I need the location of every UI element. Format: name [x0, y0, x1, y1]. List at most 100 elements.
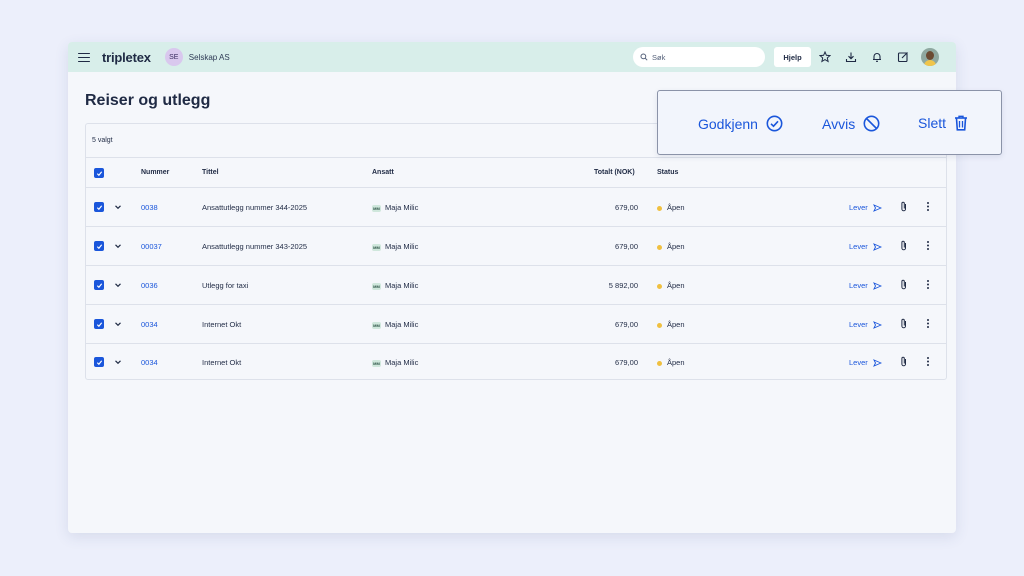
column-header-total[interactable]: Totalt (NOK): [594, 169, 635, 176]
attachment-icon[interactable]: [899, 240, 909, 251]
hamburger-menu-icon[interactable]: [78, 52, 90, 62]
more-options-icon[interactable]: [926, 279, 930, 290]
table-row[interactable]: 0034 Internet Okt MM Maja Milic 679,00 Åp…: [86, 305, 946, 343]
delete-label: Slett: [918, 115, 947, 131]
more-options-icon[interactable]: [926, 318, 930, 329]
select-all-checkbox[interactable]: [94, 168, 104, 178]
reject-label: Avvis: [822, 115, 856, 132]
help-button[interactable]: Hjelp: [774, 47, 811, 67]
chevron-down-icon[interactable]: [114, 203, 122, 211]
employee-name: Maja Milic: [385, 242, 419, 251]
search-input[interactable]: Søk: [633, 47, 765, 67]
deliver-button[interactable]: Lever: [849, 320, 883, 329]
status-dot-icon: [657, 205, 662, 211]
chevron-down-icon[interactable]: [114, 281, 122, 289]
attachment-icon[interactable]: [899, 356, 909, 367]
row-status: Åpen: [657, 281, 685, 290]
table-row[interactable]: 0036 Utlegg for taxi MM Maja Milic 5 892,…: [86, 266, 946, 304]
row-number[interactable]: 0034: [141, 358, 158, 367]
row-total: 679,00: [615, 242, 638, 251]
row-checkbox[interactable]: [94, 202, 104, 212]
column-header-title[interactable]: Tittel: [202, 169, 219, 176]
employee-name: Maja Milic: [385, 203, 419, 212]
status-label: Åpen: [667, 358, 685, 367]
more-options-icon[interactable]: [926, 240, 930, 251]
status-label: Åpen: [667, 203, 685, 212]
chevron-down-icon[interactable]: [114, 358, 122, 366]
status-dot-icon: [657, 283, 662, 289]
send-icon: [872, 321, 883, 329]
row-title: Ansattutlegg nummer 344-2025: [202, 203, 308, 212]
attachment-icon[interactable]: [899, 279, 909, 290]
employee-name: Maja Milic: [385, 320, 419, 329]
row-number[interactable]: 0038: [141, 203, 158, 212]
row-employee: MM Maja Milic: [372, 358, 418, 367]
status-label: Åpen: [667, 242, 685, 251]
row-total: 679,00: [615, 358, 638, 367]
block-icon: [863, 115, 880, 132]
row-total: 679,00: [615, 320, 638, 329]
row-number[interactable]: 0036: [141, 281, 158, 290]
attachment-icon[interactable]: [899, 318, 909, 329]
row-status: Åpen: [657, 203, 685, 212]
row-title: Internet Okt: [202, 358, 242, 367]
company-name[interactable]: Selskap AS: [189, 53, 230, 62]
deliver-button[interactable]: Lever: [849, 242, 883, 251]
approve-button[interactable]: Godkjenn: [698, 115, 783, 132]
deliver-button[interactable]: Lever: [849, 203, 883, 212]
row-number[interactable]: 0034: [141, 320, 158, 329]
search-placeholder: Søk: [652, 52, 666, 62]
bell-icon[interactable]: [870, 50, 884, 64]
column-header-employee[interactable]: Ansatt: [372, 169, 394, 176]
top-bar: tripletex SE Selskap AS Søk Hjelp: [68, 42, 956, 72]
bulk-actions-popover: Godkjenn Avvis Slett: [657, 90, 1002, 155]
row-employee: MM Maja Milic: [372, 203, 418, 212]
row-status: Åpen: [657, 358, 685, 367]
more-options-icon[interactable]: [926, 201, 930, 212]
column-header-status[interactable]: Status: [657, 169, 678, 176]
status-dot-icon: [657, 244, 662, 250]
row-total: 679,00: [615, 203, 638, 212]
row-checkbox[interactable]: [94, 357, 104, 367]
external-link-icon[interactable]: [896, 50, 910, 64]
attachment-icon[interactable]: [899, 201, 909, 212]
deliver-button[interactable]: Lever: [849, 358, 883, 367]
column-header-number[interactable]: Nummer: [141, 169, 169, 176]
table-row[interactable]: 0034 Internet Okt MM Maja Milic 679,00 Åp…: [86, 343, 946, 381]
row-checkbox[interactable]: [94, 319, 104, 329]
chevron-down-icon[interactable]: [114, 242, 122, 250]
table-row[interactable]: 0038 Ansattutlegg nummer 344-2025 MM Maja…: [86, 188, 946, 226]
more-options-icon[interactable]: [926, 356, 930, 367]
row-title: Utlegg for taxi: [202, 281, 249, 290]
table-header: Nummer Tittel Ansatt Totalt (NOK) Status: [86, 158, 946, 188]
reject-button[interactable]: Avvis: [822, 115, 880, 132]
row-employee: MM Maja Milic: [372, 242, 418, 251]
search-icon: [640, 53, 648, 61]
status-label: Åpen: [667, 320, 685, 329]
row-title: Internet Okt: [202, 320, 242, 329]
employee-avatar: MM: [372, 282, 381, 290]
deliver-label: Lever: [849, 320, 868, 329]
download-icon[interactable]: [844, 50, 858, 64]
status-dot-icon: [657, 322, 662, 328]
table-row[interactable]: 00037 Ansattutlegg nummer 343-2025 MM Maj…: [86, 227, 946, 265]
selected-count: 5 valgt: [92, 137, 113, 144]
user-avatar[interactable]: [921, 48, 939, 66]
chevron-down-icon[interactable]: [114, 320, 122, 328]
row-total: 5 892,00: [608, 281, 638, 290]
row-checkbox[interactable]: [94, 280, 104, 290]
send-icon: [872, 243, 883, 251]
employee-name: Maja Milic: [385, 358, 419, 367]
row-employee: MM Maja Milic: [372, 281, 418, 290]
send-icon: [872, 204, 883, 212]
row-title: Ansattutlegg nummer 343-2025: [202, 242, 308, 251]
row-checkbox[interactable]: [94, 241, 104, 251]
delete-button[interactable]: Slett: [918, 115, 968, 131]
deliver-button[interactable]: Lever: [849, 281, 883, 290]
app-logo[interactable]: tripletex: [102, 50, 151, 65]
expenses-table: 5 valgt Nummer Tittel Ansatt Totalt (NOK…: [85, 123, 947, 380]
page-title: Reiser og utlegg: [85, 92, 211, 109]
star-icon[interactable]: [818, 50, 832, 64]
company-avatar[interactable]: SE: [164, 48, 183, 66]
row-number[interactable]: 00037: [141, 242, 162, 251]
